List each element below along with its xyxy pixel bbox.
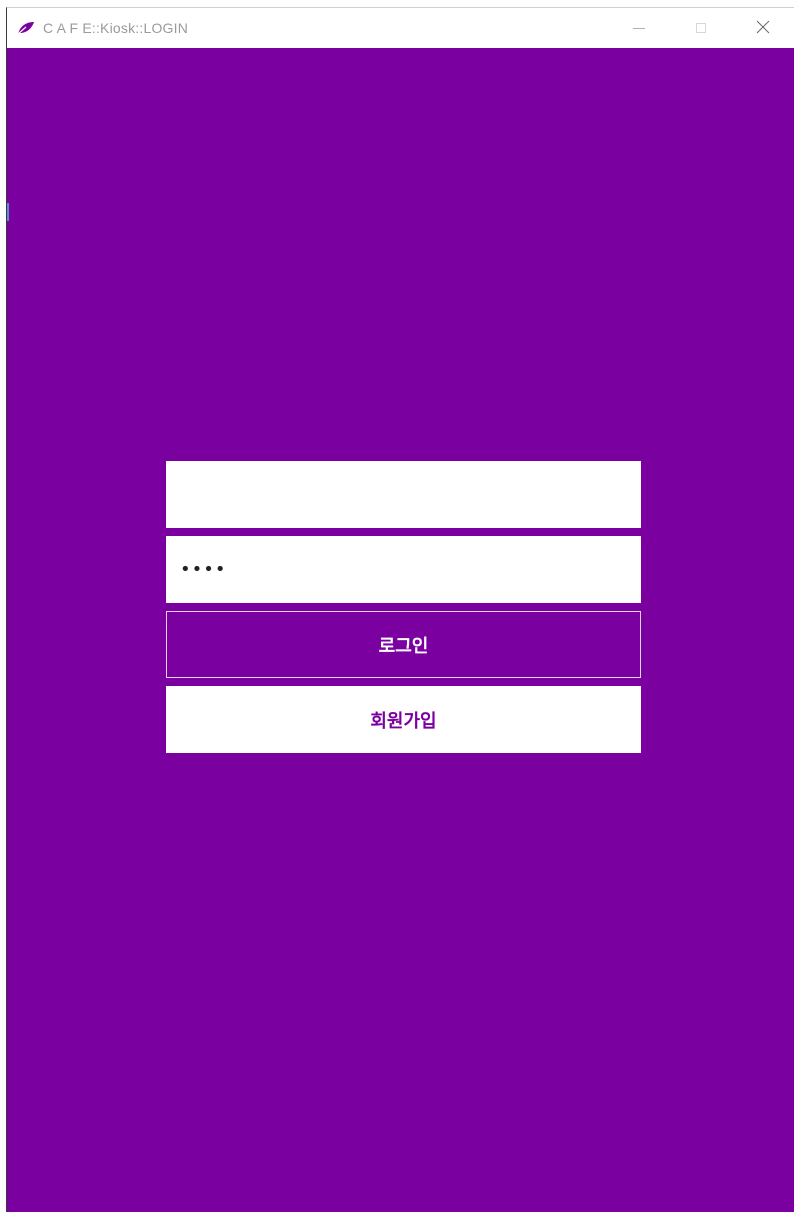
focus-marker [7, 203, 9, 221]
password-input[interactable] [166, 536, 641, 603]
register-button[interactable]: 회원가입 [166, 686, 641, 753]
cafe-leaf-icon [17, 21, 35, 35]
login-button-label: 로그인 [378, 635, 429, 657]
password-field-container [166, 536, 641, 603]
login-form: 로그인 회원가입 [166, 461, 641, 761]
title-bar[interactable]: C A F E::Kiosk::LOGIN [7, 8, 794, 48]
app-window: C A F E::Kiosk::LOGIN 로그인 회원가입 [6, 7, 794, 1212]
id-input[interactable] [166, 461, 641, 528]
minimize-button[interactable] [608, 8, 670, 48]
window-controls [608, 8, 794, 48]
maximize-button[interactable] [670, 8, 732, 48]
minimize-icon [633, 19, 645, 38]
close-icon [756, 19, 770, 38]
maximize-icon [695, 19, 707, 38]
login-screen: 로그인 회원가입 [7, 48, 794, 1212]
register-button-label: 회원가입 [370, 710, 437, 732]
id-field-container [166, 461, 641, 528]
window-title: C A F E::Kiosk::LOGIN [43, 20, 189, 36]
close-button[interactable] [732, 8, 794, 48]
login-button[interactable]: 로그인 [166, 611, 641, 678]
